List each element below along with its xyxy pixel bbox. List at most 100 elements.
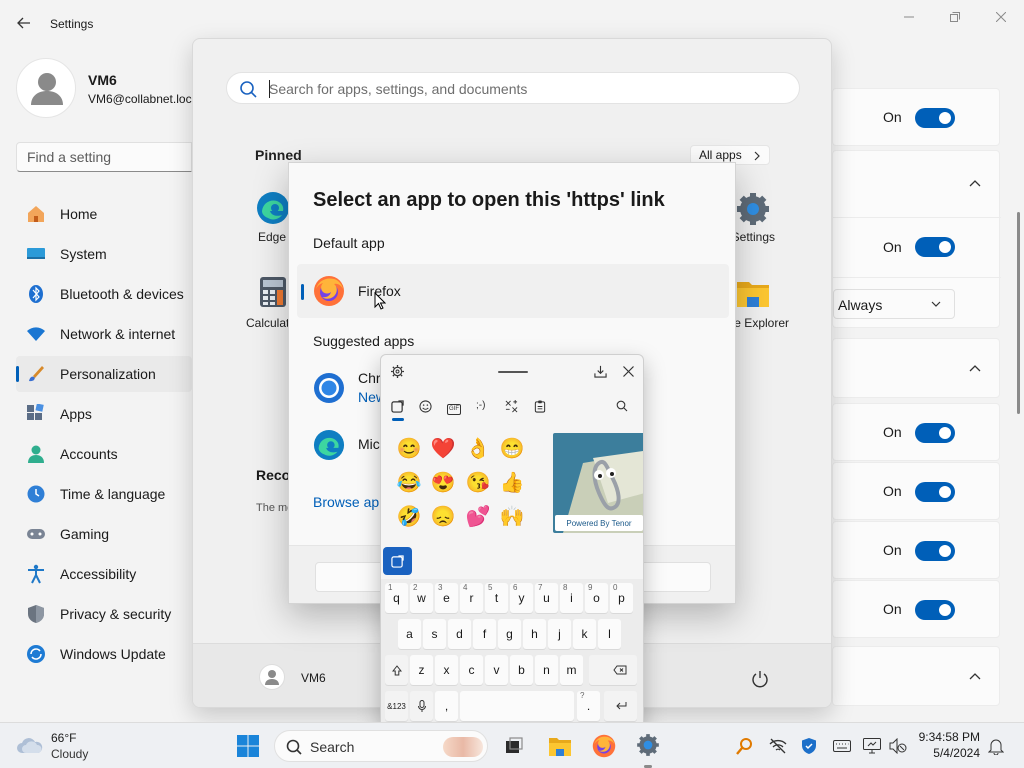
avatar[interactable] — [16, 58, 76, 118]
keyboard-toggle-button[interactable] — [383, 547, 412, 575]
emoji-cell[interactable]: 🙌 — [498, 503, 526, 531]
kaomoji-tab-icon[interactable]: ;-) — [476, 400, 485, 411]
task-view-icon[interactable] — [500, 732, 528, 760]
sidebar-item-gaming[interactable]: Gaming — [16, 516, 192, 552]
notification-bell-icon[interactable] — [982, 732, 1010, 760]
emoji-cell[interactable]: 💕 — [464, 503, 492, 531]
toggle-switch[interactable] — [915, 237, 955, 257]
key-t[interactable]: 5t — [485, 583, 508, 613]
power-icon[interactable] — [751, 670, 769, 688]
sidebar-item-apps[interactable]: Apps — [16, 396, 192, 432]
clock-date[interactable]: 5/4/2024 — [906, 746, 980, 760]
chevron-up-icon[interactable] — [969, 178, 981, 190]
firefox-icon[interactable] — [590, 732, 618, 760]
microphone-key[interactable] — [410, 691, 433, 721]
key-l[interactable]: l — [598, 619, 621, 649]
toggle-switch[interactable] — [915, 541, 955, 561]
scrollbar-thumb[interactable] — [1017, 212, 1020, 414]
key-g[interactable]: g — [498, 619, 521, 649]
key-w[interactable]: 2w — [410, 583, 433, 613]
gif-thumbnail[interactable]: Powered By Tenor — [553, 433, 643, 533]
sidebar-item-system[interactable]: System — [16, 236, 192, 272]
expander-header[interactable] — [832, 646, 1000, 706]
enter-key[interactable] — [604, 691, 637, 721]
display-icon[interactable] — [858, 732, 886, 760]
sidebar-item-network[interactable]: Network & internet — [16, 316, 192, 352]
key-d[interactable]: d — [448, 619, 471, 649]
toggle-switch[interactable] — [915, 108, 955, 128]
shift-key[interactable] — [385, 655, 408, 685]
sidebar-item-accessibility[interactable]: Accessibility — [16, 556, 192, 592]
emoji-cell[interactable]: 😂 — [395, 469, 423, 497]
pinned-app-file-explorer[interactable]: File Explorer — [735, 273, 805, 335]
magnifier-icon[interactable] — [731, 732, 759, 760]
key-m[interactable]: m — [560, 655, 583, 685]
toggle-switch[interactable] — [915, 600, 955, 620]
app-option-firefox[interactable]: Firefox — [297, 264, 729, 318]
key-s[interactable]: s — [423, 619, 446, 649]
maximize-icon[interactable] — [932, 6, 978, 28]
gif-tab-icon[interactable]: GIF — [447, 399, 461, 415]
toggle-switch[interactable] — [915, 423, 955, 443]
key-x[interactable]: x — [435, 655, 458, 685]
sidebar-item-home[interactable]: Home — [16, 196, 192, 232]
sidebar-item-windows-update[interactable]: Windows Update — [16, 636, 192, 672]
emoji-cell[interactable]: 😍 — [429, 469, 457, 497]
clock-time[interactable]: 9:34:58 PM — [906, 730, 980, 744]
security-shield-icon[interactable] — [795, 732, 823, 760]
key-f[interactable]: f — [473, 619, 496, 649]
toggle-switch[interactable] — [915, 482, 955, 502]
emoji-cell[interactable]: 👌 — [464, 435, 492, 463]
keyboard-icon[interactable] — [828, 732, 856, 760]
key-y[interactable]: 6y — [510, 583, 533, 613]
sidebar-item-personalization[interactable]: Personalization — [16, 356, 192, 392]
sidebar-item-bluetooth[interactable]: Bluetooth & devices — [16, 276, 192, 312]
key-n[interactable]: n — [535, 655, 558, 685]
emoji-cell[interactable]: 👍 — [498, 469, 526, 497]
comma-key[interactable]: , — [435, 691, 458, 721]
back-arrow-icon[interactable] — [17, 16, 31, 30]
dock-icon[interactable] — [594, 365, 607, 378]
key-z[interactable]: z — [410, 655, 433, 685]
weather-widget[interactable]: 66°F Cloudy — [10, 727, 130, 765]
emoji-cell[interactable]: 🤣 — [395, 503, 423, 531]
key-v[interactable]: v — [485, 655, 508, 685]
emoji-cell[interactable]: ❤️ — [429, 435, 457, 463]
close-icon[interactable] — [623, 366, 634, 377]
key-p[interactable]: 0p — [610, 583, 633, 613]
symbols-tab-icon[interactable] — [505, 400, 518, 413]
close-icon[interactable] — [978, 6, 1024, 28]
pinned-app-settings[interactable]: Settings — [735, 187, 779, 249]
find-setting-input[interactable]: Find a setting — [16, 142, 192, 172]
file-explorer-icon[interactable] — [546, 732, 574, 760]
sidebar-item-time-language[interactable]: Time & language — [16, 476, 192, 512]
sidebar-item-accounts[interactable]: Accounts — [16, 436, 192, 472]
key-q[interactable]: 1q — [385, 583, 408, 613]
sidebar-item-privacy[interactable]: Privacy & security — [16, 596, 192, 632]
space-key[interactable] — [460, 691, 574, 721]
key-b[interactable]: b — [510, 655, 533, 685]
key-a[interactable]: a — [398, 619, 421, 649]
key-i[interactable]: 8i — [560, 583, 583, 613]
key-c[interactable]: c — [460, 655, 483, 685]
emoji-cell[interactable]: 😘 — [464, 469, 492, 497]
search-icon[interactable] — [616, 400, 628, 412]
settings-gear-icon[interactable] — [634, 731, 662, 759]
chevron-up-icon[interactable] — [969, 671, 981, 683]
chevron-up-icon[interactable] — [969, 363, 981, 375]
emoji-tab-icon[interactable] — [419, 400, 432, 413]
start-search-input[interactable]: Search for apps, settings, and documents — [226, 72, 800, 104]
windows-start-icon[interactable] — [234, 732, 262, 760]
numbers-key[interactable]: &123 — [385, 691, 408, 721]
drag-handle[interactable] — [498, 371, 528, 373]
gear-icon[interactable] — [391, 365, 404, 378]
minimize-icon[interactable] — [886, 6, 932, 28]
key-k[interactable]: k — [573, 619, 596, 649]
recent-tab-icon[interactable] — [391, 400, 404, 421]
network-offline-icon[interactable] — [764, 732, 792, 760]
taskbar-search-box[interactable]: Search — [274, 730, 488, 762]
clipboard-tab-icon[interactable] — [534, 400, 546, 413]
period-key[interactable]: ? . — [577, 691, 600, 721]
key-h[interactable]: h — [523, 619, 546, 649]
always-dropdown[interactable]: Always — [833, 289, 955, 319]
